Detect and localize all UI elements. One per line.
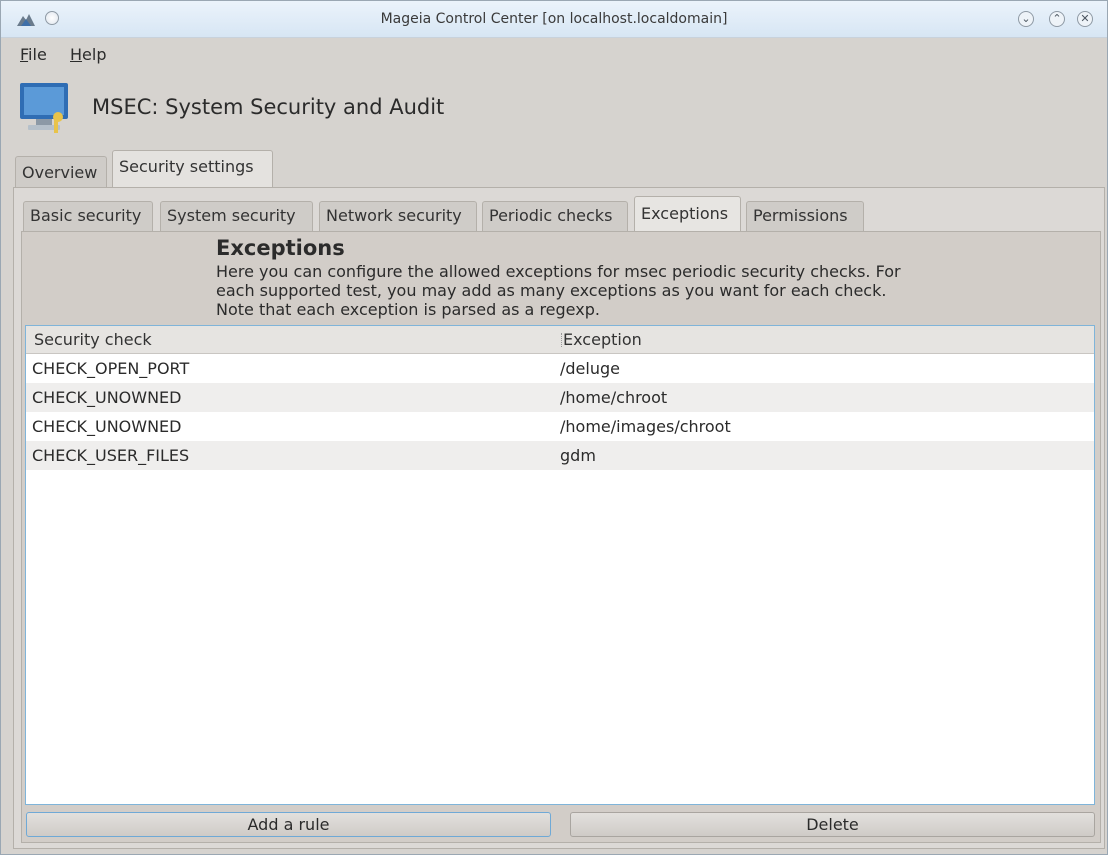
cell-exception: /home/chroot xyxy=(560,388,668,407)
tab-periodic-checks[interactable]: Periodic checks xyxy=(482,201,628,231)
tab-network-security[interactable]: Network security xyxy=(319,201,477,231)
app-window: Mageia Control Center [on localhost.loca… xyxy=(0,0,1108,855)
cell-security-check: CHECK_UNOWNED xyxy=(32,388,182,407)
cell-security-check: CHECK_UNOWNED xyxy=(32,417,182,436)
menu-file-label: ile xyxy=(28,45,47,64)
column-header-exception[interactable]: Exception xyxy=(563,330,642,349)
table-row[interactable]: CHECK_OPEN_PORT /deluge xyxy=(26,354,1094,383)
cell-security-check: CHECK_USER_FILES xyxy=(32,446,190,465)
title-bar[interactable]: Mageia Control Center [on localhost.loca… xyxy=(1,1,1107,38)
section-description: Here you can configure the allowed excep… xyxy=(216,262,901,319)
maximize-button[interactable]: ⌃ xyxy=(1049,11,1065,27)
section-title: Exceptions xyxy=(216,236,345,260)
menu-file-accel: F xyxy=(20,45,29,64)
menu-help[interactable]: Help xyxy=(70,45,106,64)
table-row[interactable]: CHECK_USER_FILES gdm xyxy=(26,441,1094,470)
table-row[interactable]: CHECK_UNOWNED /home/images/chroot xyxy=(26,412,1094,441)
window-title: Mageia Control Center [on localhost.loca… xyxy=(380,11,728,27)
cell-exception: /home/images/chroot xyxy=(560,417,731,436)
cell-security-check: CHECK_OPEN_PORT xyxy=(32,359,190,378)
table-header: Security check Exception xyxy=(26,326,1094,354)
tab-security-settings[interactable]: Security settings xyxy=(112,150,273,188)
exceptions-table[interactable]: Security check Exception CHECK_OPEN_PORT… xyxy=(25,325,1095,805)
page-title: MSEC: System Security and Audit xyxy=(92,95,445,119)
tab-overview[interactable]: Overview xyxy=(15,156,107,190)
tab-permissions[interactable]: Permissions xyxy=(746,201,864,231)
menu-file[interactable]: File xyxy=(20,45,47,64)
cell-exception: gdm xyxy=(560,446,596,465)
close-button[interactable]: ✕ xyxy=(1077,11,1093,27)
menu-help-accel: H xyxy=(70,45,83,64)
table-row[interactable]: CHECK_UNOWNED /home/chroot xyxy=(26,383,1094,412)
cell-exception: /deluge xyxy=(560,359,620,378)
add-rule-button[interactable]: Add a rule xyxy=(26,812,551,837)
menu-help-label: elp xyxy=(82,45,107,64)
delete-button[interactable]: Delete xyxy=(570,812,1095,837)
minimize-button[interactable]: ⌄ xyxy=(1018,11,1034,27)
tab-system-security[interactable]: System security xyxy=(160,201,313,231)
tab-basic-security[interactable]: Basic security xyxy=(23,201,153,231)
security-monitor-icon xyxy=(20,83,68,133)
menu-bar: File Help xyxy=(1,38,1107,70)
tab-exceptions[interactable]: Exceptions xyxy=(634,196,741,232)
column-header-security-check[interactable]: Security check xyxy=(34,330,152,349)
